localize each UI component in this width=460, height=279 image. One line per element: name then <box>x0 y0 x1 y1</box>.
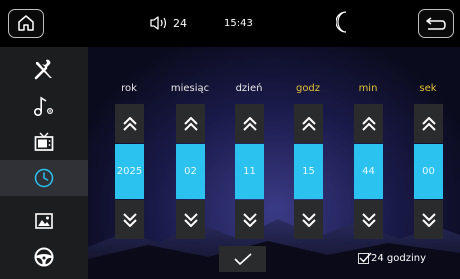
month-down-button[interactable] <box>176 200 205 239</box>
second-label: sek <box>419 83 437 94</box>
chevron-down-icon <box>361 212 376 227</box>
volume-indicator[interactable]: 24 <box>150 16 187 30</box>
hour-value[interactable]: 15 <box>294 144 323 199</box>
chevron-up-icon <box>183 116 198 131</box>
sidebar-item-display[interactable] <box>0 124 88 160</box>
volume-level: 24 <box>173 16 187 30</box>
image-icon <box>35 213 53 229</box>
chevron-down-icon <box>421 212 436 227</box>
month-value[interactable]: 02 <box>176 144 205 199</box>
day-down-button[interactable] <box>235 200 264 239</box>
hour-label: godz <box>295 83 321 94</box>
month-up-button[interactable] <box>176 104 205 143</box>
chevron-down-icon <box>301 212 316 227</box>
chevron-down-icon <box>122 212 137 227</box>
second-up-button[interactable] <box>414 104 443 143</box>
date-time-panel: rok 2025 miesiąc 02 dzień 11 godz 15 min… <box>88 47 460 279</box>
chevron-up-icon <box>122 116 137 131</box>
day-label: dzień <box>235 83 263 94</box>
tools-icon <box>34 59 52 80</box>
home-button[interactable] <box>8 9 44 38</box>
minute-value[interactable]: 44 <box>354 144 383 199</box>
back-button[interactable] <box>418 9 454 38</box>
24-hour-label: 24 godziny <box>371 253 426 264</box>
24-hour-checkbox[interactable] <box>358 252 372 264</box>
chevron-up-icon <box>242 116 257 131</box>
chevron-up-icon <box>421 116 436 131</box>
hour-up-button[interactable] <box>294 104 323 143</box>
music-settings-icon <box>33 96 54 117</box>
sidebar-item-steering[interactable] <box>0 239 88 275</box>
check-icon <box>359 252 372 263</box>
sidebar-item-tools[interactable] <box>0 52 88 88</box>
chevron-down-icon <box>242 212 257 227</box>
speaker-icon <box>150 16 167 30</box>
back-icon <box>426 17 446 30</box>
second-value[interactable]: 00 <box>414 144 443 199</box>
24-hour-toggle[interactable]: 24 godziny <box>358 252 426 264</box>
home-icon <box>18 15 34 31</box>
day-up-button[interactable] <box>235 104 264 143</box>
sidebar-item-wallpaper[interactable] <box>0 203 88 239</box>
chevron-up-icon <box>301 116 316 131</box>
chevron-down-icon <box>183 212 198 227</box>
sidebar-item-sound[interactable] <box>0 88 88 124</box>
top-bar: 24 15:43 <box>0 0 460 47</box>
day-value[interactable]: 11 <box>235 144 264 199</box>
sidebar-item-clock[interactable] <box>0 160 88 196</box>
confirm-button[interactable] <box>219 246 266 272</box>
chevron-up-icon <box>361 116 376 131</box>
hour-down-button[interactable] <box>294 200 323 239</box>
year-value[interactable]: 2025 <box>115 144 144 199</box>
year-label: rok <box>121 83 137 94</box>
year-up-button[interactable] <box>115 104 144 143</box>
minute-down-button[interactable] <box>354 200 383 239</box>
year-down-button[interactable] <box>115 200 144 239</box>
tv-icon <box>34 132 54 151</box>
status-clock: 15:43 <box>224 18 253 29</box>
second-down-button[interactable] <box>414 200 443 239</box>
checkmark-icon <box>233 253 252 266</box>
night-mode-icon[interactable] <box>336 11 350 33</box>
steering-wheel-icon <box>34 247 54 267</box>
settings-sidebar <box>0 47 88 279</box>
minute-up-button[interactable] <box>354 104 383 143</box>
month-label: miesiąc <box>170 83 210 94</box>
minute-label: min <box>358 83 378 94</box>
clock-icon <box>34 168 54 188</box>
